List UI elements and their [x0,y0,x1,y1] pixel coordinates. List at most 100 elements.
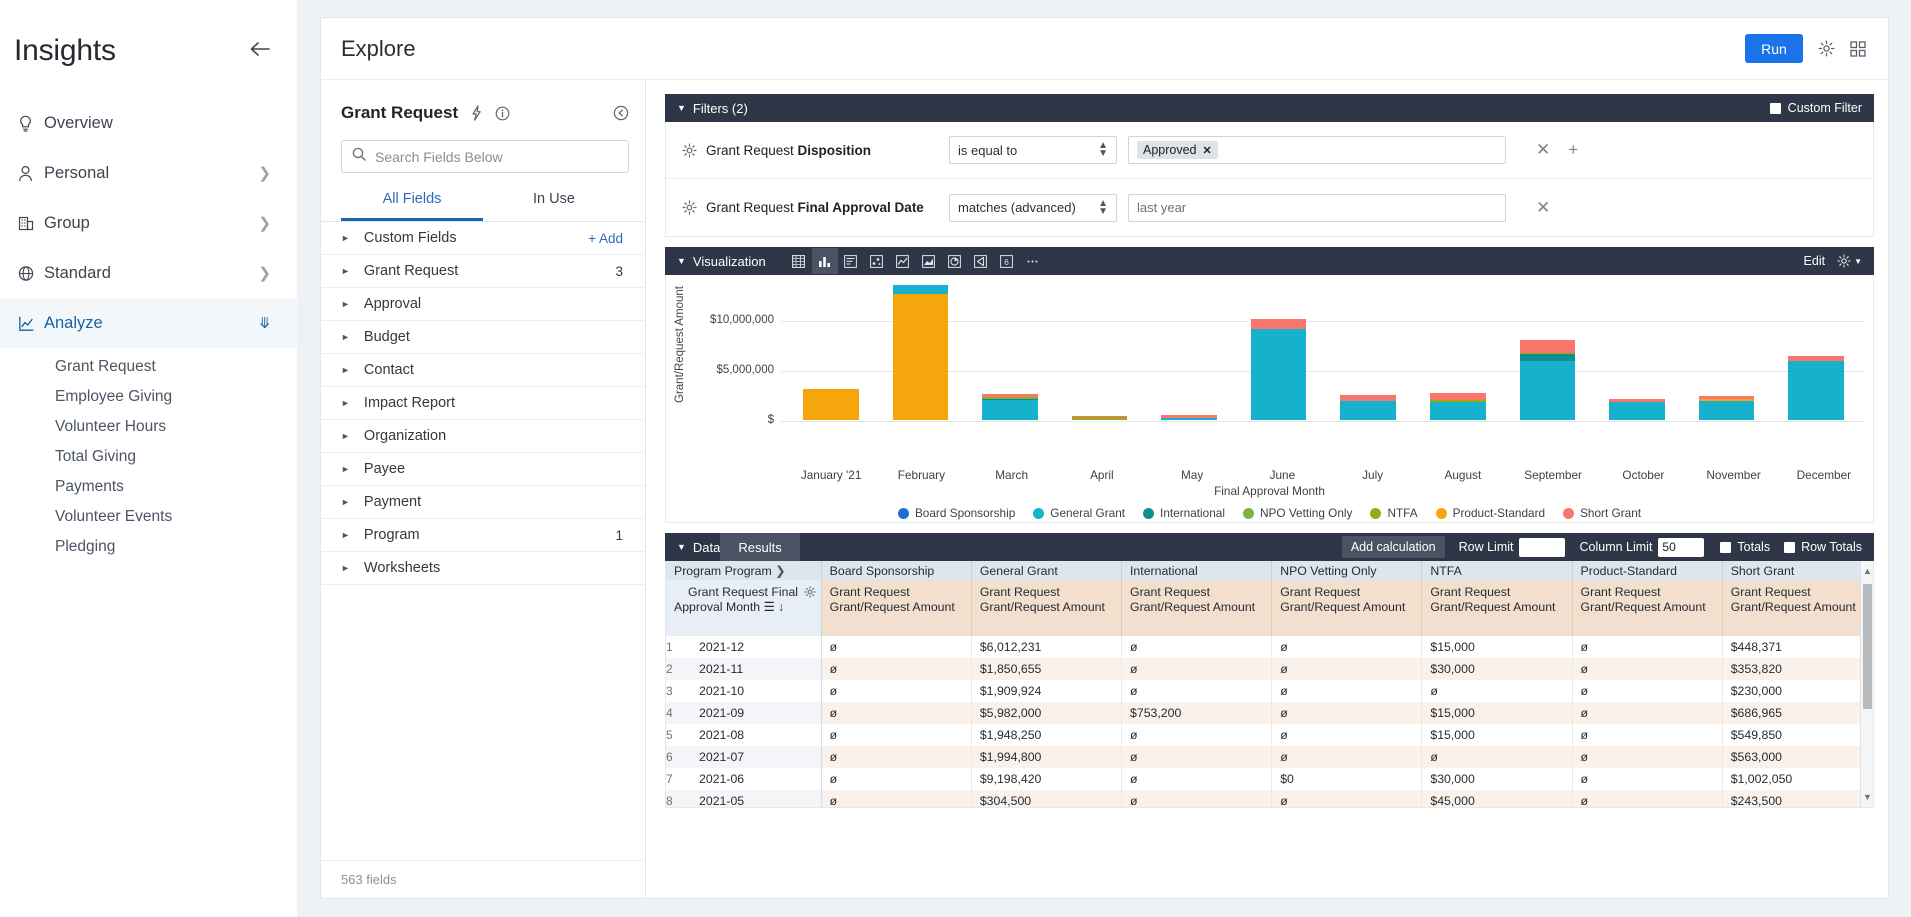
arrow-left-icon[interactable] [249,40,271,62]
table-row[interactable]: 8 2021-05 ø $304,500 ø ø $45,000 ø $243, [666,790,1873,807]
field-group-contact[interactable]: ► Contact [321,354,645,387]
column-header-general-grant[interactable]: General Grant [971,561,1123,580]
sidebar-subitem-employee-giving[interactable]: Employee Giving [0,382,297,412]
map-icon[interactable] [968,248,994,274]
chart-bar-group[interactable] [876,282,966,420]
chart-bar-group[interactable] [786,282,876,420]
chevron-left-circle-icon[interactable] [613,105,629,121]
measure-subheader[interactable]: Grant Request Grant/Request Amount [1271,580,1423,636]
column-limit-input[interactable] [1658,537,1705,557]
sidebar-item-personal[interactable]: Personal ❯ [0,148,297,198]
gear-icon[interactable] [1818,40,1835,57]
chart-bar-group[interactable] [965,282,1055,420]
chart-bar-group[interactable] [1592,282,1682,420]
lightning-bolt-icon[interactable] [470,105,483,121]
measure-subheader[interactable]: Grant Request Grant/Request Amount [1121,580,1273,636]
table-row[interactable]: 1 2021-12 ø $6,012,231 ø ø $15,000 ø $44 [666,636,1873,658]
single-value-icon[interactable]: 6 [994,248,1020,274]
table-row[interactable]: 2 2021-11 ø $1,850,655 ø ø $30,000 ø $35 [666,658,1873,680]
table-row[interactable]: 3 2021-10 ø $1,909,924 ø ø ø ø $230,000 [666,680,1873,702]
measure-subheader[interactable]: Grant Request Grant/Request Amount [1572,580,1723,636]
gear-icon[interactable] [682,200,697,215]
legend-item-general-grant[interactable]: General Grant [1033,506,1125,520]
sidebar-item-analyze[interactable]: Analyze ⤋ [0,298,297,348]
column-header-international[interactable]: International [1121,561,1273,580]
column-header-product-standard[interactable]: Product-Standard [1572,561,1723,580]
field-group-payment[interactable]: ► Payment [321,486,645,519]
filters-bar[interactable]: ▼ Filters (2) Custom Filter [665,94,1874,122]
pivot-dimension-header[interactable]: Program Program ❯ [666,561,822,580]
more-options-icon[interactable] [1020,248,1046,274]
measure-subheader[interactable]: Grant Request Grant/Request Amount [1421,580,1573,636]
legend-item-npo-vetting-only[interactable]: NPO Vetting Only [1242,506,1352,520]
sidebar-subitem-pledging[interactable]: Pledging [0,532,297,562]
search-field-container[interactable] [341,140,629,173]
totals-toggle[interactable]: Totals [1720,540,1770,554]
row-limit-input[interactable] [1519,537,1566,557]
filter-value-field[interactable]: Approved ✕ [1128,136,1506,164]
remove-filter-icon[interactable]: ✕ [1536,198,1550,218]
legend-item-product-standard[interactable]: Product-Standard [1435,506,1545,520]
field-group-worksheets[interactable]: ► Worksheets [321,552,645,585]
run-button[interactable]: Run [1745,34,1803,63]
column-header-short-grant[interactable]: Short Grant [1722,561,1873,580]
grid-icon[interactable] [1850,40,1866,57]
search-input[interactable] [375,148,618,165]
edit-visualization-button[interactable]: Edit [1804,254,1826,268]
table-scrollbar[interactable]: ▲ ▼ [1860,561,1873,807]
sidebar-item-overview[interactable]: Overview [0,98,297,148]
field-group-program[interactable]: ► Program 1 [321,519,645,552]
gear-icon[interactable] [803,586,816,602]
filter-value-field[interactable]: last year [1128,193,1506,222]
pie-chart-icon[interactable] [942,248,968,274]
legend-item-international[interactable]: International [1143,506,1225,520]
line-chart-icon[interactable] [890,248,916,274]
column-header-ntfa[interactable]: NTFA [1421,561,1573,580]
field-group-custom-fields[interactable]: ► Custom Fields + Add [321,222,645,255]
scatter-plot-icon[interactable] [864,248,890,274]
table-row[interactable]: 5 2021-08 ø $1,948,250 ø ø $15,000 ø $54 [666,724,1873,746]
gear-icon[interactable]: ▼ [1837,254,1862,268]
row-totals-toggle[interactable]: Row Totals [1784,540,1862,554]
chart-bar-group[interactable] [1144,282,1234,420]
sidebar-subitem-volunteer-events[interactable]: Volunteer Events [0,502,297,532]
table-row[interactable]: 6 2021-07 ø $1,994,800 ø ø ø ø $563,000 [666,746,1873,768]
sidebar-subitem-grant-request[interactable]: Grant Request [0,352,297,382]
tab-all-fields[interactable]: All Fields [341,191,483,221]
add-custom-field-link[interactable]: + Add [588,231,623,246]
table-row[interactable]: 4 2021-09 ø $5,982,000 $753,200 ø $15,00… [666,702,1873,724]
measure-subheader[interactable]: Grant Request Grant/Request Amount [1722,580,1873,636]
field-group-impact-report[interactable]: ► Impact Report [321,387,645,420]
chart-bar-group[interactable] [1234,282,1324,420]
checkbox-icon[interactable] [1720,541,1732,553]
field-group-grant-request[interactable]: ► Grant Request 3 [321,255,645,288]
table-row[interactable]: 7 2021-06 ø $9,198,420 ø $0 $30,000 ø $1 [666,768,1873,790]
remove-filter-icon[interactable]: ✕ [1536,140,1550,160]
chart-bar-group[interactable] [1413,282,1503,420]
bar-chart-icon[interactable] [811,248,838,274]
sidebar-subitem-total-giving[interactable]: Total Giving [0,442,297,472]
filter-operator-select[interactable]: is equal to ▲ ▼ [949,136,1117,164]
column-header-npo-vetting-only[interactable]: NPO Vetting Only [1271,561,1423,580]
legend-item-ntfa[interactable]: NTFA [1370,506,1418,520]
table-icon[interactable] [786,248,812,274]
legend-item-board-sponsorship[interactable]: Board Sponsorship [897,506,1015,520]
scroll-down-icon[interactable]: ▼ [1861,792,1873,802]
sidebar-item-group[interactable]: Group ❯ [0,198,297,248]
add-calculation-button[interactable]: Add calculation [1341,536,1445,558]
data-collapse-toggle[interactable]: ▼ Data [665,540,720,555]
measure-subheader[interactable]: Grant Request Grant/Request Amount [971,580,1123,636]
visualization-bar[interactable]: ▼ Visualization 6 Edit ▼ [665,247,1874,275]
chart-bar-group[interactable] [1503,282,1593,420]
scroll-up-icon[interactable]: ▲ [1861,566,1873,576]
field-group-budget[interactable]: ► Budget [321,321,645,354]
chart-bar-group[interactable] [1055,282,1145,420]
chart-bar-group[interactable] [1323,282,1413,420]
area-chart-icon[interactable] [916,248,942,274]
sidebar-item-standard[interactable]: Standard ❯ [0,248,297,298]
checkbox-icon[interactable] [1769,102,1781,114]
add-filter-icon[interactable]: + [1568,140,1578,160]
scrollbar-thumb[interactable] [1863,584,1872,709]
chart-bar-group[interactable] [1682,282,1772,420]
dimension-subheader[interactable]: Grant Request Final Approval Month ☰ ↓ [666,580,822,636]
